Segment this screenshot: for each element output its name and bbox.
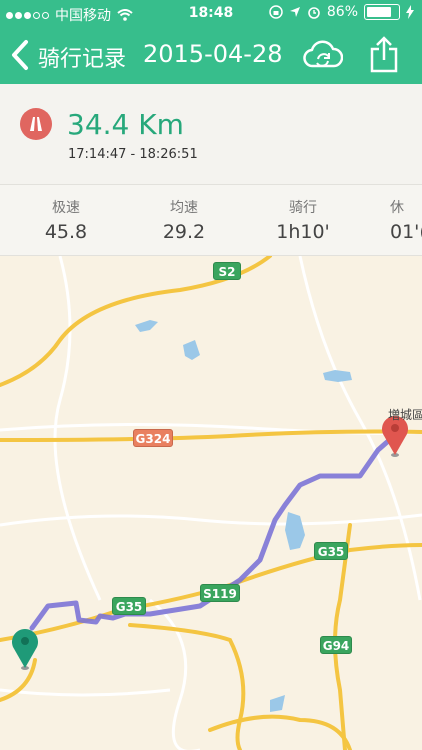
stat-label: 休 (390, 200, 404, 216)
ride-distance: 34.4 Km (67, 108, 184, 141)
stat-label: 骑行 (289, 200, 317, 216)
rotation-lock-icon (269, 5, 283, 19)
alarm-icon (308, 7, 320, 19)
stat-value: 45.8 (44, 221, 88, 243)
ride-stats: 极速 45.8 均速 29.2 骑行 1h10' 休 01'( (0, 185, 422, 256)
navigation-bar: 骑行记录 2015-04-28 (0, 28, 422, 84)
cloud-sync-icon[interactable] (303, 40, 343, 72)
ride-summary: 34.4 Km 17:14:47 - 18:26:51 (0, 84, 422, 185)
road-shield: G324 (133, 429, 173, 447)
place-label: 増城區 (388, 408, 422, 422)
status-bar: 中国移动 18:48 86% (0, 0, 422, 28)
road-shield: G35 (314, 542, 348, 560)
road-shield: G35 (112, 597, 146, 615)
share-icon[interactable] (368, 36, 400, 74)
map-canvas[interactable] (0, 256, 422, 750)
stat-label: 极速 (52, 200, 80, 216)
location-arrow-icon (289, 7, 300, 17)
stat-value: 01'( (390, 221, 422, 243)
battery-percent: 86% (326, 4, 358, 20)
road-shield: G94 (320, 636, 352, 654)
stat-value: 29.2 (162, 221, 206, 243)
stat-max-speed: 极速 45.8 (11, 197, 121, 243)
stat-rest-time: 休 01'( (358, 197, 422, 243)
ride-timespan: 17:14:47 - 18:26:51 (68, 147, 198, 162)
stat-value: 1h10' (276, 221, 330, 243)
route-map[interactable]: S2 G324 G35 G35 S119 G94 増城區 (0, 256, 422, 750)
page-title[interactable]: 骑行记录 (38, 41, 126, 73)
minor-roads (0, 256, 422, 750)
road-shield: S2 (213, 262, 241, 280)
stat-avg-speed: 均速 29.2 (129, 197, 239, 243)
charging-bolt-icon (406, 5, 414, 19)
back-chevron-icon[interactable] (8, 38, 32, 72)
ride-date: 2015-04-28 (143, 40, 283, 68)
stat-label: 均速 (170, 200, 198, 216)
road-icon (20, 108, 52, 140)
road-shield: S119 (200, 584, 240, 602)
stat-ride-time: 骑行 1h10' (248, 197, 358, 243)
battery-icon (364, 4, 400, 20)
